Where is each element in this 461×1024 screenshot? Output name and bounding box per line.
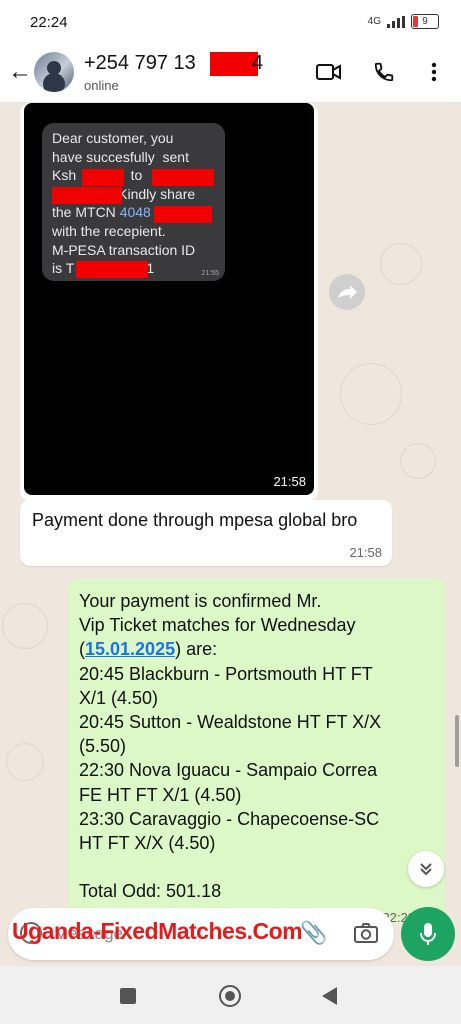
redaction-box xyxy=(152,169,214,186)
message-line: 22:30 Nova Iguacu - Sampaio Correa xyxy=(79,760,378,781)
message-line: HT FT X/X (4.50) xyxy=(79,833,216,854)
status-icons: 4G 9 xyxy=(368,14,439,29)
chat-header: ← +254 797 13 4 online xyxy=(0,46,461,103)
forward-button[interactable] xyxy=(329,274,365,310)
status-bar: 22:24 4G 9 xyxy=(0,0,461,46)
message-line: Your payment is confirmed Mr. xyxy=(79,591,322,611)
outgoing-message-bubble[interactable]: Your payment is confirmed Mr. Vip Ticket… xyxy=(68,579,445,923)
message-line: (15.01.2025) are: xyxy=(79,637,439,661)
message-line: (5.50) xyxy=(79,736,127,757)
message-time: 21:58 xyxy=(349,545,382,560)
contact-name-suffix: 4 xyxy=(252,52,264,74)
message-text: Payment done through mpesa global bro xyxy=(32,510,358,530)
message-text: Your payment is confirmed Mr. Vip Ticket… xyxy=(79,589,439,903)
message-time: 21:58 xyxy=(273,474,306,489)
home-button[interactable] xyxy=(219,985,241,1007)
line-spacer xyxy=(79,855,439,879)
wallpaper-doodle xyxy=(2,603,48,649)
double-chevron-down-icon xyxy=(420,863,432,876)
arrow-left-icon[interactable]: ← xyxy=(8,60,32,84)
message-line: FE HT FT X/1 (4.50) xyxy=(79,784,242,805)
redaction-box xyxy=(76,261,148,278)
camera-icon[interactable] xyxy=(354,922,378,949)
message-line: Total Odd: 501.18 xyxy=(79,881,222,902)
attach-icon[interactable]: 📎 xyxy=(300,920,327,946)
voice-call-icon[interactable] xyxy=(370,58,398,86)
message-line: 23:30 Caravaggio - Chapecoense-SC xyxy=(79,808,380,829)
back-button[interactable] xyxy=(322,987,337,1005)
wallpaper-doodle xyxy=(400,443,436,479)
more-vert-icon[interactable] xyxy=(420,58,448,86)
contact-name[interactable]: +254 797 13 xyxy=(84,52,196,75)
scroll-down-button[interactable] xyxy=(408,851,444,887)
message-line: 20:45 Sutton - Wealdstone HT FT X/X xyxy=(79,712,382,733)
sms-mtcn-link: 4048 xyxy=(119,204,151,221)
sms-bubble: Dear customer, you have succesfully sent… xyxy=(42,123,225,281)
incoming-message-bubble[interactable]: Payment done through mpesa global bro 21… xyxy=(20,500,392,566)
screenshot-image[interactable]: Dear customer, you have succesfully sent… xyxy=(24,103,314,495)
redaction-box xyxy=(52,187,122,204)
wallpaper-doodle xyxy=(380,243,422,285)
system-nav-bar xyxy=(0,966,461,1024)
message-line: X/1 (4.50) xyxy=(79,687,159,708)
forward-icon xyxy=(338,285,357,299)
video-call-icon[interactable] xyxy=(315,58,343,86)
wallpaper-doodle xyxy=(6,743,44,781)
scrollbar[interactable] xyxy=(455,715,459,767)
status-time: 22:24 xyxy=(30,14,68,31)
mic-button[interactable] xyxy=(401,907,455,961)
mic-icon xyxy=(420,923,436,945)
battery-icon: 9 xyxy=(411,14,439,29)
redaction-box xyxy=(154,206,212,223)
redaction-box xyxy=(210,52,258,76)
network-label: 4G xyxy=(367,16,381,27)
signal-icon xyxy=(387,15,405,28)
redaction-box xyxy=(82,169,124,186)
wallpaper-doodle xyxy=(340,363,402,425)
battery-level: 9 xyxy=(422,16,428,27)
recents-button[interactable] xyxy=(120,988,136,1004)
watermark: Uganda-FixedMatches.Com xyxy=(12,918,303,944)
avatar[interactable] xyxy=(34,52,74,92)
chat-area[interactable]: Dear customer, you have succesfully sent… xyxy=(0,103,461,923)
message-line: Vip Ticket matches for Wednesday xyxy=(79,615,356,636)
message-line: 20:45 Blackburn - Portsmouth HT FT xyxy=(79,663,373,684)
date-link[interactable]: 15.01.2025 xyxy=(85,639,175,659)
date-close: ) are: xyxy=(175,639,218,660)
sms-time: 21:55 xyxy=(201,270,219,277)
contact-status: online xyxy=(84,78,119,93)
